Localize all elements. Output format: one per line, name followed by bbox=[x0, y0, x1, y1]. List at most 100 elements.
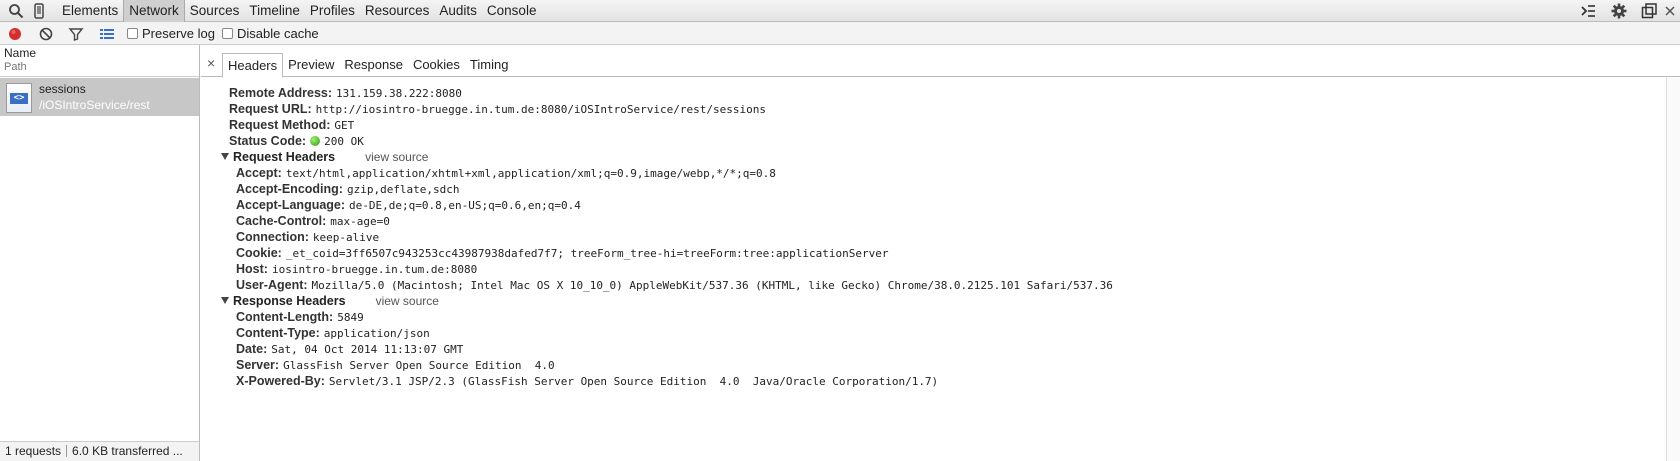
response-header-row: X-Powered-By: Servlet/3.1 JSP/2.3 (GlassF… bbox=[236, 374, 938, 389]
header-key: Accept-Encoding: bbox=[236, 182, 343, 196]
header-value: 200 OK bbox=[324, 135, 364, 148]
header-key: Remote Address: bbox=[229, 86, 333, 100]
record-icon[interactable] bbox=[7, 26, 23, 42]
request-header-row: Accept-Encoding: gzip,deflate,sdch bbox=[236, 182, 460, 197]
expand-triangle-icon[interactable] bbox=[221, 153, 229, 160]
settings-gear-icon[interactable] bbox=[1611, 3, 1627, 19]
detail-tabs: Headers Preview Response Cookies Timing bbox=[222, 53, 513, 78]
detail-tabbar: × Headers Preview Response Cookies Timin… bbox=[201, 53, 1680, 78]
request-row[interactable]: <> sessions /iOSIntroService/rest bbox=[0, 78, 199, 116]
header-value: de-DE,de;q=0.8,en-US;q=0.6,en;q=0.4 bbox=[349, 199, 581, 212]
header-value: Sat, 04 Oct 2014 11:13:07 GMT bbox=[271, 343, 464, 356]
network-toolbar: Preserve log Disable cache bbox=[0, 22, 1680, 45]
filter-icon[interactable] bbox=[68, 26, 84, 42]
response-header-row: Content-Length: 5849 bbox=[236, 310, 364, 325]
disable-cache-checkbox[interactable]: Disable cache bbox=[222, 26, 319, 41]
response-headers-section[interactable]: Response Headers view source bbox=[221, 294, 439, 309]
list-view-icon[interactable] bbox=[99, 26, 115, 42]
request-path: /iOSIntroService/rest bbox=[39, 98, 150, 112]
header-key: Status Code: bbox=[229, 134, 307, 148]
devtools-toolbar: Elements Network Sources Timeline Profil… bbox=[0, 0, 1680, 22]
header-value: 5849 bbox=[337, 311, 364, 324]
preserve-log-label: Preserve log bbox=[142, 26, 215, 41]
request-list-header[interactable]: Name Path bbox=[0, 45, 199, 77]
tab-elements[interactable]: Elements bbox=[57, 0, 123, 22]
request-header-row: Connection: keep-alive bbox=[236, 230, 379, 245]
header-key: Content-Length: bbox=[236, 310, 334, 324]
footer-divider bbox=[66, 445, 68, 457]
header-key: Connection: bbox=[236, 230, 309, 244]
header-key: Cookie: bbox=[236, 246, 282, 260]
status-footer: 1 requests 6.0 KB transferred ... bbox=[0, 441, 199, 461]
header-key: Content-Type: bbox=[236, 326, 320, 340]
tab-audits[interactable]: Audits bbox=[434, 0, 482, 22]
header-value: GET bbox=[334, 119, 355, 132]
request-headers-section[interactable]: Request Headers view source bbox=[221, 150, 428, 165]
request-headers-title: Request Headers bbox=[233, 150, 336, 164]
preserve-log-checkbox[interactable]: Preserve log bbox=[127, 26, 215, 41]
request-header-row: Cache-Control: max-age=0 bbox=[236, 214, 390, 229]
tab-network[interactable]: Network bbox=[123, 0, 185, 22]
header-key: User-Agent: bbox=[236, 278, 308, 292]
disable-cache-box[interactable] bbox=[222, 28, 233, 39]
tab-resources[interactable]: Resources bbox=[360, 0, 435, 22]
response-header-row: Server: GlassFish Server Open Source Edit… bbox=[236, 358, 555, 373]
header-value: keep-alive bbox=[312, 231, 380, 244]
tab-console[interactable]: Console bbox=[482, 0, 542, 22]
header-key: Cache-Control: bbox=[236, 214, 327, 228]
tab-preview[interactable]: Preview bbox=[283, 53, 339, 77]
view-source-link[interactable]: view source bbox=[376, 294, 439, 308]
header-value: Servlet/3.1 JSP/2.3 (GlassFish Server Op… bbox=[328, 375, 939, 388]
show-drawer-icon[interactable] bbox=[1580, 3, 1596, 19]
tab-response[interactable]: Response bbox=[339, 53, 408, 77]
request-header-row: Accept: text/html,application/xhtml+xml,a… bbox=[236, 166, 776, 181]
path-column-header: Path bbox=[4, 61, 27, 73]
tab-profiles[interactable]: Profiles bbox=[305, 0, 360, 22]
request-method-row: Request Method: GET bbox=[229, 118, 354, 133]
request-detail-panel: × Headers Preview Response Cookies Timin… bbox=[201, 45, 1680, 461]
response-header-row: Content-Type: application/json bbox=[236, 326, 430, 341]
device-mode-icon[interactable] bbox=[31, 3, 47, 19]
search-icon[interactable] bbox=[8, 3, 24, 19]
header-value: http://iosintro-bruegge.in.tum.de:8080/i… bbox=[315, 103, 766, 116]
tab-timing[interactable]: Timing bbox=[465, 53, 514, 77]
remote-address-row: Remote Address: 131.159.38.222:8080 bbox=[229, 86, 462, 101]
clear-icon[interactable] bbox=[38, 26, 54, 42]
header-key: Request URL: bbox=[229, 102, 312, 116]
header-key: Accept: bbox=[236, 166, 282, 180]
preserve-log-box[interactable] bbox=[127, 28, 138, 39]
request-header-row: Cookie: _et_coid=3ff6507c943253cc43987938… bbox=[236, 246, 889, 261]
close-detail-icon[interactable]: × bbox=[207, 55, 215, 71]
header-key: Request Method: bbox=[229, 118, 331, 132]
request-header-row: Accept-Language: de-DE,de;q=0.8,en-US;q=0… bbox=[236, 198, 581, 213]
header-value: application/json bbox=[323, 327, 430, 340]
close-devtools-icon[interactable] bbox=[1662, 3, 1678, 19]
header-value: 131.159.38.222:8080 bbox=[336, 87, 462, 100]
tab-timeline[interactable]: Timeline bbox=[244, 0, 305, 22]
vertical-scrollbar[interactable] bbox=[1666, 78, 1680, 461]
toolbar-right-controls bbox=[1580, 0, 1680, 22]
expand-triangle-icon[interactable] bbox=[221, 297, 229, 304]
header-value: text/html,application/xhtml+xml,applicat… bbox=[285, 167, 776, 180]
request-url-row: Request URL: http://iosintro-bruegge.in.t… bbox=[229, 102, 766, 117]
disable-cache-label: Disable cache bbox=[237, 26, 319, 41]
header-value: gzip,deflate,sdch bbox=[346, 183, 460, 196]
status-code-row: Status Code: 200 OK bbox=[229, 134, 364, 149]
dock-side-icon[interactable] bbox=[1641, 3, 1657, 19]
name-column-header[interactable]: Name bbox=[4, 47, 195, 60]
panel-tabs: Elements Network Sources Timeline Profil… bbox=[57, 0, 541, 22]
tab-sources[interactable]: Sources bbox=[185, 0, 245, 22]
request-name: sessions bbox=[39, 82, 86, 96]
tab-cookies[interactable]: Cookies bbox=[408, 53, 465, 77]
header-key: Host: bbox=[236, 262, 268, 276]
request-header-row: Host: iosintro-bruegge.in.tum.de:8080 bbox=[236, 262, 477, 277]
header-value: iosintro-bruegge.in.tum.de:8080 bbox=[271, 263, 478, 276]
header-value: max-age=0 bbox=[330, 215, 390, 228]
header-value: Mozilla/5.0 (Macintosh; Intel Mac OS X 1… bbox=[311, 279, 1113, 292]
tab-headers[interactable]: Headers bbox=[222, 53, 284, 78]
document-icon: <> bbox=[6, 83, 32, 113]
response-headers-title: Response Headers bbox=[233, 294, 346, 308]
view-source-link[interactable]: view source bbox=[365, 150, 428, 164]
status-ok-icon bbox=[310, 136, 321, 146]
request-list: Name Path <> sessions /iOSIntroService/r… bbox=[0, 45, 200, 461]
